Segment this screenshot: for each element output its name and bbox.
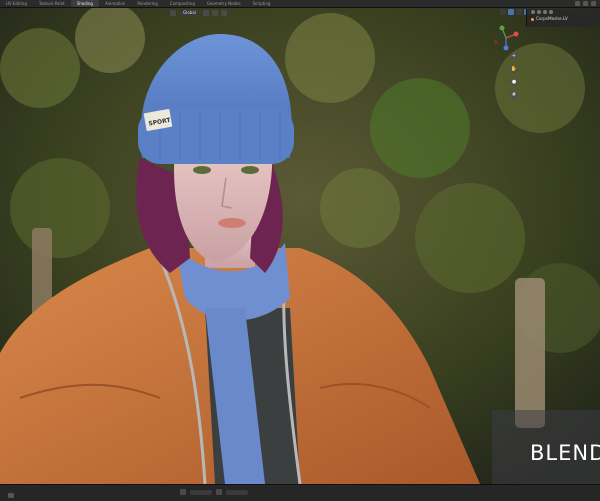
wireframe-shading-icon[interactable] (516, 9, 522, 15)
workspace-tab[interactable]: Geometry Nodes (201, 0, 247, 7)
hand-icon[interactable]: ✋ (510, 65, 518, 73)
filter-icon[interactable] (531, 10, 535, 14)
scene-icon[interactable] (575, 1, 580, 6)
pivot-icon[interactable] (202, 9, 209, 16)
status-field (226, 489, 248, 495)
brand-overlay-text: BLEND (530, 441, 600, 465)
workspace-tab[interactable]: Rendering (131, 0, 163, 7)
filter-icon[interactable] (549, 10, 553, 14)
outliner-item-label: CorpsMeshe.LV (536, 16, 568, 21)
object-icon (531, 17, 534, 21)
header-right-icons (575, 1, 596, 6)
zoom-icon[interactable]: + (510, 52, 518, 60)
snap-icon[interactable] (211, 9, 218, 16)
xray-toggle-icon[interactable] (508, 9, 514, 15)
render-icon[interactable] (591, 1, 596, 6)
workspace-tab-bar: UV Editing Texture Paint Shading Animation R… (0, 0, 600, 8)
workspace-tab[interactable]: Animation (99, 0, 131, 7)
outliner-item[interactable]: CorpsMeshe.LV (527, 15, 600, 22)
viewport-navigation-tools: + ✋ ● # (510, 52, 518, 99)
workspace-tab[interactable]: Texture Paint (33, 0, 71, 7)
workspace-tab[interactable]: Shading (70, 0, 99, 7)
grid-icon[interactable]: # (510, 91, 518, 99)
editor-type-icon[interactable] (8, 493, 14, 498)
filter-icon[interactable] (537, 10, 541, 14)
workspace-tab[interactable]: Compositing (164, 0, 201, 7)
overlay-toggle-icon[interactable] (500, 9, 506, 15)
view-layer-icon[interactable] (583, 1, 588, 6)
status-bar-controls (180, 489, 248, 495)
proportional-edit-icon[interactable] (220, 9, 227, 16)
workspace-tab[interactable]: Scripting (247, 0, 277, 7)
outliner-panel: CorpsMeshe.LV (526, 9, 600, 27)
transform-orientation-dropdown[interactable]: Global (179, 9, 200, 16)
status-field (190, 489, 212, 495)
camera-icon[interactable]: ● (510, 78, 518, 86)
viewport-header: Global (170, 9, 227, 16)
workspace-tab[interactable]: UV Editing (0, 0, 33, 7)
status-bar (0, 484, 600, 501)
transform-orientation-icon[interactable] (170, 9, 176, 16)
navigation-gizmo-icon[interactable] (492, 24, 520, 52)
filter-icon[interactable] (543, 10, 547, 14)
mouse-icon (180, 489, 186, 495)
layers-icon[interactable] (216, 489, 222, 495)
